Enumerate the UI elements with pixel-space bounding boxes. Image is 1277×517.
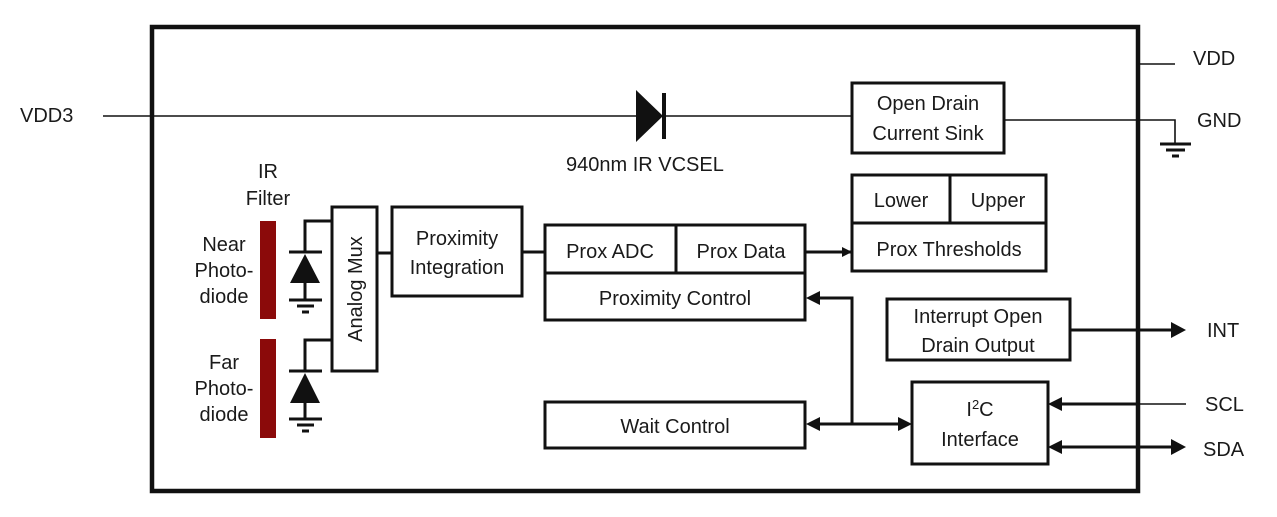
proximity-control-label: Proximity Control [599, 288, 751, 310]
gnd-pin-label: GND [1197, 110, 1241, 132]
threshold-lower-label: Lower [874, 190, 929, 212]
wait-control-label: Wait Control [620, 416, 729, 438]
prox-thresholds-label: Prox Thresholds [876, 239, 1021, 261]
interrupt-output-line1: Interrupt Open [914, 306, 1043, 328]
far-photodiode-ground-icon [297, 423, 314, 433]
vdd3-pin-label: VDD3 [20, 105, 73, 127]
proximity-integration-line1: Proximity [416, 228, 498, 250]
i2c-interface-line2: Interface [941, 429, 1019, 451]
int-pin-label: INT [1207, 320, 1239, 342]
prox-data-label: Prox Data [697, 241, 787, 263]
far-photodiode-icon [289, 338, 332, 421]
far-photodiode-label-line3: diode [200, 404, 249, 426]
interrupt-output-line2: Drain Output [921, 335, 1035, 357]
open-drain-sink-line1: Open Drain [877, 93, 979, 115]
vcsel-label: 940nm IR VCSEL [566, 154, 724, 176]
ir-filter-label-line2: Filter [246, 188, 291, 210]
vcsel-diode-icon [636, 90, 666, 142]
i2c-arrowhead-icon [898, 417, 912, 431]
analog-mux-label: Analog Mux [345, 236, 367, 342]
wait-arrowhead-icon [806, 417, 820, 431]
ir-filter-far-bar [260, 339, 276, 438]
control-arrowhead-icon [806, 291, 820, 305]
block-diagram: VDD VDD3 940nm IR VCSEL Open Drain Curre… [20, 24, 1245, 494]
ir-filter-label-line1: IR [258, 161, 278, 183]
near-photodiode-label-line1: Near [202, 234, 246, 256]
near-photodiode-ground-icon [297, 304, 314, 314]
proximity-integration-line2: Integration [410, 257, 505, 279]
sda-in-arrowhead-icon [1048, 440, 1062, 454]
ir-filter-near-bar [260, 221, 276, 319]
gnd-wire [1004, 119, 1176, 143]
sda-out-arrowhead-icon [1171, 439, 1186, 455]
near-photodiode-label-line3: diode [200, 286, 249, 308]
far-photodiode-label-line1: Far [209, 352, 239, 374]
prox-adc-label: Prox ADC [566, 241, 654, 263]
vdd-pin-label: VDD [1193, 48, 1235, 70]
gnd-ground-icon [1160, 142, 1191, 158]
i2c-interface-line1: I2C [966, 397, 993, 421]
i2c-interface-block [910, 380, 1050, 466]
control-bus-wire [818, 296, 854, 424]
int-arrowhead-icon [1171, 322, 1186, 338]
near-photodiode-label-line2: Photo- [195, 260, 254, 282]
threshold-upper-label: Upper [971, 190, 1026, 212]
scl-pin-label: SCL [1205, 394, 1244, 416]
open-drain-sink-line2: Current Sink [872, 123, 984, 145]
near-photodiode-icon [289, 219, 332, 302]
sda-pin-label: SDA [1203, 439, 1245, 461]
far-photodiode-label-line2: Photo- [195, 378, 254, 400]
proximity-integration-block [390, 205, 524, 298]
scl-arrowhead-icon [1048, 397, 1062, 411]
